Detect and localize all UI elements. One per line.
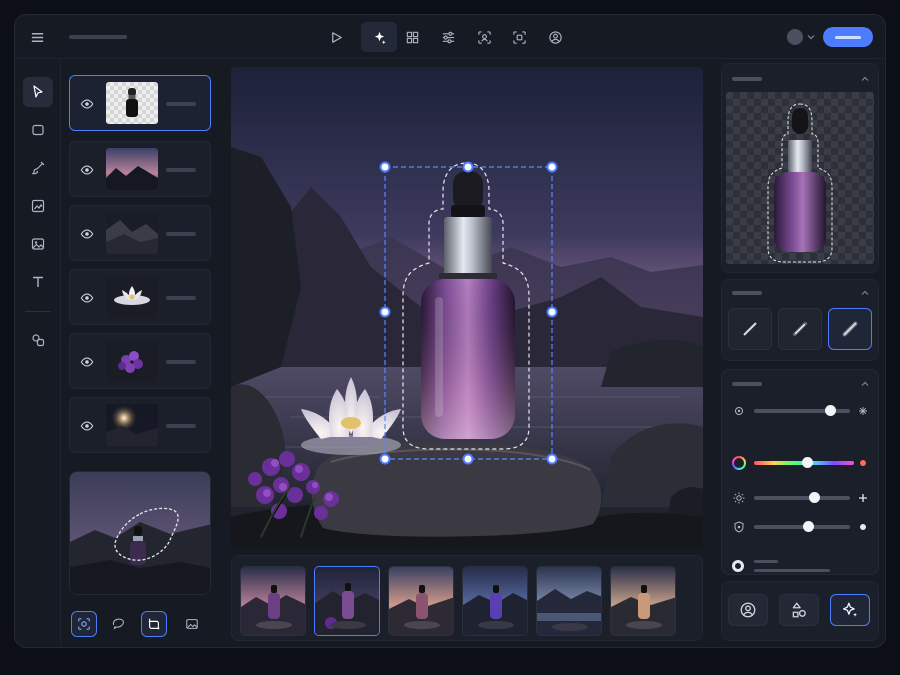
text-icon[interactable] bbox=[23, 267, 53, 297]
magic-sparkle-icon[interactable] bbox=[361, 22, 397, 52]
variation-thumbnail[interactable] bbox=[388, 566, 454, 636]
layer-thumbnail bbox=[106, 276, 158, 318]
layer-name-placeholder bbox=[166, 102, 196, 106]
eye-icon[interactable] bbox=[80, 419, 94, 433]
play-icon[interactable] bbox=[324, 25, 348, 49]
layer-item-sky[interactable] bbox=[69, 141, 211, 197]
layer-item-bottle[interactable] bbox=[69, 75, 211, 131]
slider-knob[interactable] bbox=[802, 457, 813, 468]
ellipse-select-icon[interactable] bbox=[105, 611, 131, 637]
sparkle-small-icon bbox=[859, 407, 867, 415]
solid-brush-option[interactable] bbox=[728, 308, 772, 350]
object-select-icon[interactable] bbox=[507, 25, 531, 49]
brush-icon[interactable] bbox=[23, 153, 53, 183]
layer-name-placeholder bbox=[166, 424, 196, 428]
soft-brush-option[interactable] bbox=[778, 308, 822, 350]
hamburger-icon[interactable] bbox=[25, 25, 49, 49]
layer-thumbnail bbox=[106, 212, 158, 254]
layer-name-placeholder bbox=[166, 168, 196, 172]
mask-preview-panel bbox=[69, 471, 211, 595]
layer-item-glow[interactable] bbox=[69, 397, 211, 453]
brush-style-panel bbox=[721, 279, 879, 361]
layer-item-rocks[interactable] bbox=[69, 205, 211, 261]
color-swatch[interactable] bbox=[860, 460, 866, 466]
contrast-icon bbox=[735, 407, 743, 415]
color-wheel-icon bbox=[732, 456, 746, 470]
image-icon[interactable] bbox=[23, 229, 53, 259]
layer-thumbnail bbox=[106, 82, 158, 124]
adjustments-panel bbox=[721, 369, 879, 575]
layer-thumbnail bbox=[106, 148, 158, 190]
variation-thumbnail[interactable] bbox=[462, 566, 528, 636]
variations-filmstrip bbox=[231, 555, 703, 641]
top-toolbar bbox=[15, 15, 885, 59]
editor-window bbox=[14, 14, 886, 648]
crop-transform-icon[interactable] bbox=[141, 611, 167, 637]
magic-sparkle-icon[interactable] bbox=[830, 594, 870, 626]
sliders-icon[interactable] bbox=[436, 25, 460, 49]
image-icon[interactable] bbox=[179, 611, 205, 637]
airbrush-option[interactable] bbox=[828, 308, 872, 350]
primary-button-label bbox=[835, 35, 861, 39]
variation-thumbnail[interactable] bbox=[536, 566, 602, 636]
section-title-placeholder bbox=[732, 291, 762, 295]
actions-panel bbox=[721, 581, 879, 641]
left-toolbar bbox=[15, 59, 61, 647]
chevron-up-icon[interactable] bbox=[860, 74, 870, 84]
lasso-select-icon[interactable] bbox=[71, 611, 97, 637]
layer-item-purple-flowers[interactable] bbox=[69, 333, 211, 389]
swap-shapes-icon[interactable] bbox=[779, 594, 819, 626]
main-canvas[interactable] bbox=[231, 67, 703, 547]
eye-icon[interactable] bbox=[80, 355, 94, 369]
chevron-up-icon[interactable] bbox=[860, 379, 870, 389]
layer-name-placeholder bbox=[166, 360, 196, 364]
layout-grid-icon[interactable] bbox=[400, 25, 424, 49]
layer-thumbnail bbox=[106, 340, 158, 382]
hue-slider[interactable] bbox=[754, 457, 854, 468]
eye-icon[interactable] bbox=[80, 97, 94, 111]
toolbar-divider bbox=[25, 311, 51, 312]
variation-thumbnail[interactable] bbox=[240, 566, 306, 636]
cursor-icon[interactable] bbox=[23, 77, 53, 107]
cutout-preview-image bbox=[726, 92, 874, 264]
user-circle-icon[interactable] bbox=[728, 594, 768, 626]
cutout-preview-panel bbox=[721, 63, 879, 273]
shadow-slider[interactable] bbox=[754, 521, 850, 532]
contrast-slider[interactable] bbox=[754, 405, 850, 416]
layer-thumbnail bbox=[106, 404, 158, 446]
option-label-placeholder bbox=[754, 560, 778, 563]
layer-item-lotus[interactable] bbox=[69, 269, 211, 325]
chevron-up-icon[interactable] bbox=[860, 288, 870, 298]
primary-action-button[interactable] bbox=[823, 27, 873, 47]
brightness-slider[interactable] bbox=[754, 492, 850, 503]
eye-icon[interactable] bbox=[80, 291, 94, 305]
section-title-placeholder bbox=[732, 382, 762, 386]
rectangle-icon[interactable] bbox=[23, 115, 53, 145]
layer-name-placeholder bbox=[166, 296, 196, 300]
plus-icon[interactable] bbox=[858, 493, 868, 503]
avatar[interactable] bbox=[787, 29, 803, 45]
user-circle-icon[interactable] bbox=[543, 25, 567, 49]
mask-preview-image bbox=[70, 472, 210, 594]
variation-thumbnail-selected[interactable] bbox=[314, 566, 380, 636]
option-description-placeholder bbox=[754, 569, 830, 572]
face-scan-icon[interactable] bbox=[472, 25, 496, 49]
document-title-placeholder bbox=[69, 35, 127, 39]
shield-icon bbox=[734, 521, 744, 533]
eye-icon[interactable] bbox=[80, 163, 94, 177]
slider-knob[interactable] bbox=[809, 492, 820, 503]
reset-dot[interactable] bbox=[860, 524, 866, 530]
layer-name-placeholder bbox=[166, 232, 196, 236]
section-title-placeholder bbox=[732, 77, 762, 81]
eye-icon[interactable] bbox=[80, 227, 94, 241]
shapes-icon[interactable] bbox=[23, 325, 53, 355]
sun-icon bbox=[733, 492, 745, 504]
slider-knob[interactable] bbox=[803, 521, 814, 532]
image-adjust-icon[interactable] bbox=[23, 191, 53, 221]
variation-thumbnail[interactable] bbox=[610, 566, 676, 636]
chevron-down-icon[interactable] bbox=[806, 32, 816, 42]
slider-knob[interactable] bbox=[825, 405, 836, 416]
radio-option-icon[interactable] bbox=[732, 560, 744, 572]
